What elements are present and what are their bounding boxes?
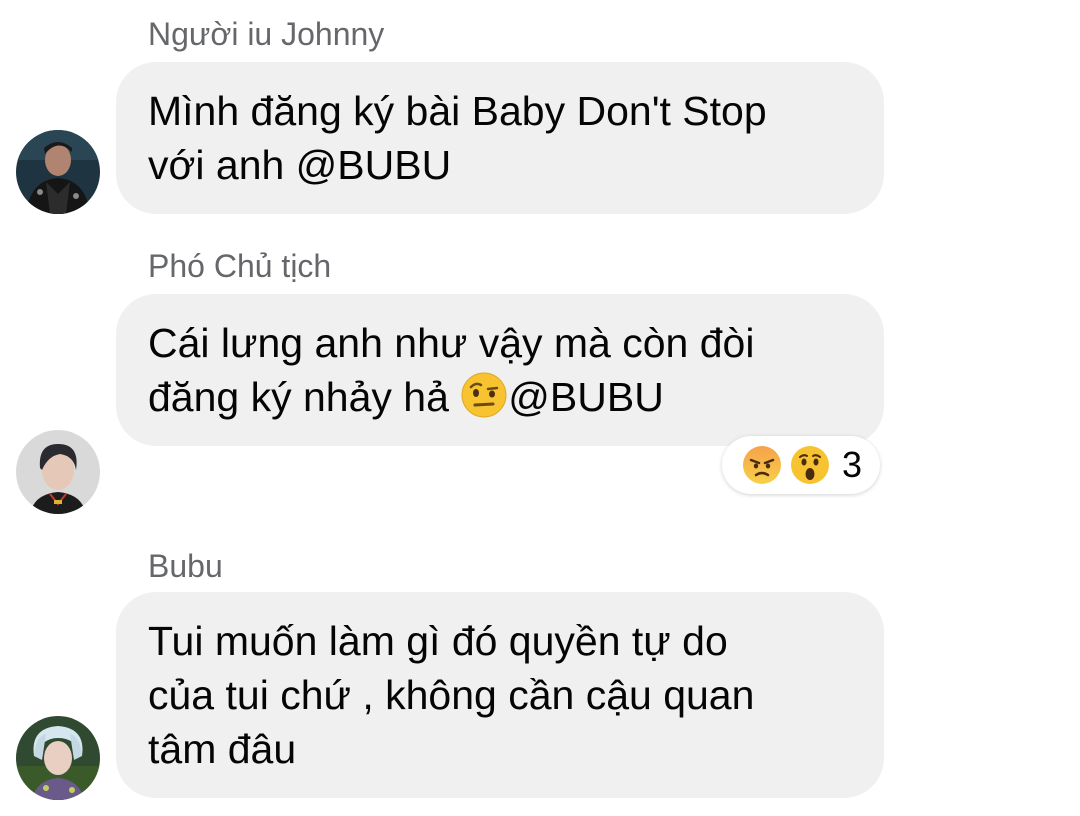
comment-author[interactable]: Người iu Johnny [148, 16, 384, 52]
comment-author[interactable]: Phó Chủ tịch [148, 248, 331, 284]
wow-emoji [791, 446, 829, 484]
avatar[interactable] [16, 716, 100, 800]
raised-eyebrow-emoji [461, 372, 507, 418]
comment-thread: Người iu Johnny Mình đăng ký bài Baby Do… [0, 0, 1080, 816]
reactions-summary[interactable]: 3 [722, 436, 880, 494]
comment-bubble[interactable]: Mình đăng ký bài Baby Don't Stop với anh… [116, 62, 884, 214]
avatar[interactable] [16, 130, 100, 214]
comment-author[interactable]: Bubu [148, 548, 223, 584]
mention-link[interactable]: @BUBU [508, 374, 664, 420]
angry-emoji [743, 446, 781, 484]
avatar[interactable] [16, 430, 100, 514]
comment-bubble[interactable]: Cái lưng anh như vậy mà còn đòi đăng ký … [116, 294, 884, 446]
comment-bubble[interactable]: Tui muốn làm gì đó quyền tự do của tui c… [116, 592, 884, 798]
reaction-count: 3 [842, 444, 863, 485]
